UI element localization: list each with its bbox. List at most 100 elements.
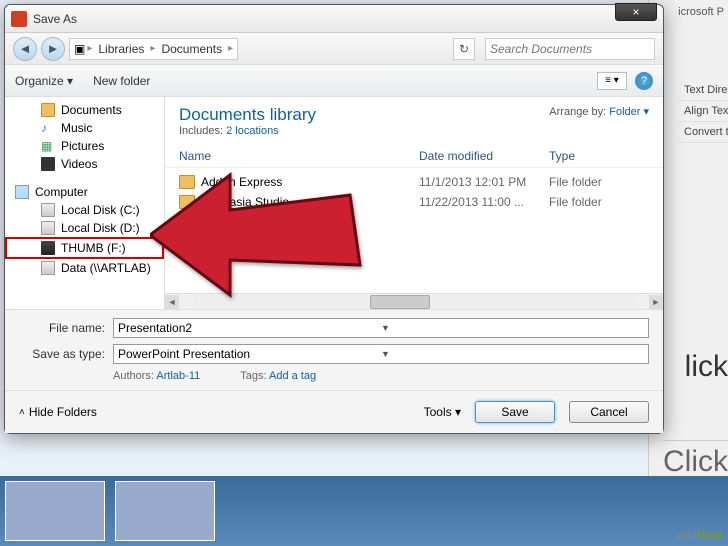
folder-icon: [179, 175, 195, 189]
tree-label: Pictures: [61, 139, 104, 153]
filename-input[interactable]: Presentation2 ▼: [113, 318, 649, 338]
file-type: File folder: [549, 195, 649, 209]
help-button[interactable]: ?: [635, 72, 653, 90]
scroll-right-arrow[interactable]: ►: [649, 295, 663, 309]
tree-label: Local Disk (C:): [61, 203, 140, 217]
search-input[interactable]: [490, 42, 650, 56]
nav-tree: Documents ♪ Music ▦Pictures Videos Comput…: [5, 97, 165, 309]
refresh-button[interactable]: ↻: [453, 38, 475, 60]
tree-network-data[interactable]: Data (\\ARTLAB): [5, 259, 164, 277]
tree-label: Documents: [61, 103, 122, 117]
scroll-thumb[interactable]: [370, 295, 430, 309]
tags-value[interactable]: Add a tag: [269, 370, 316, 382]
tree-label: Music: [61, 121, 92, 135]
forward-button[interactable]: ►: [41, 37, 65, 61]
includes-link[interactable]: 2 locations: [226, 125, 279, 137]
savetype-row: Save as type: PowerPoint Presentation ▼: [19, 344, 649, 364]
authors-value[interactable]: Artlab-11: [156, 370, 200, 382]
bg-slide-text-2: Click: [663, 440, 728, 479]
tree-label: Computer: [35, 185, 88, 199]
bg-ribbon-3: Convert to: [678, 122, 728, 143]
bg-ribbon-1: Text Direc: [678, 80, 728, 101]
search-box[interactable]: [485, 38, 655, 60]
hide-folders-label: Hide Folders: [29, 405, 97, 419]
hide-folders-button[interactable]: ˄ Hide Folders: [19, 405, 97, 419]
tree-label: Local Disk (D:): [61, 221, 140, 235]
tree-drive-c[interactable]: Local Disk (C:): [5, 201, 164, 219]
arrange-by: Arrange by: Folder ▾: [549, 105, 649, 118]
tree-documents[interactable]: Documents: [5, 101, 164, 119]
tree-label: Videos: [61, 157, 97, 171]
crumb-sep: ▸: [87, 43, 92, 54]
arrange-value[interactable]: Folder ▾: [609, 106, 649, 118]
form-area: File name: Presentation2 ▼ Save as type:…: [5, 309, 663, 390]
app-icon: [11, 11, 27, 27]
savetype-label: Save as type:: [19, 347, 105, 361]
tree-pictures[interactable]: ▦Pictures: [5, 137, 164, 155]
col-name[interactable]: Name: [179, 149, 419, 163]
filename-label: File name:: [19, 321, 105, 335]
watermark-how: How: [697, 528, 722, 542]
content-header: Arrange by: Folder ▾ Documents library I…: [165, 97, 663, 145]
slide-thumb: [5, 481, 105, 541]
arrange-label: Arrange by:: [549, 106, 606, 118]
folder-icon: [179, 195, 195, 209]
crumb-sep: ▸: [228, 43, 233, 54]
usb-drive-icon: [41, 241, 55, 255]
breadcrumb-root-icon: ▣: [74, 42, 85, 56]
tree-label: Data (\\ARTLAB): [61, 261, 151, 275]
crumb-documents[interactable]: Documents: [157, 42, 226, 56]
dropdown-icon[interactable]: ▼: [381, 349, 644, 359]
file-row[interactable]: Camtasia Studio 11/22/2013 11:00 ... Fil…: [179, 192, 649, 212]
tree-drive-d[interactable]: Local Disk (D:): [5, 219, 164, 237]
toolbar: Organize ▾ New folder ≡ ▾ ?: [5, 65, 663, 97]
includes-label: Includes:: [179, 125, 223, 137]
scroll-track[interactable]: [193, 295, 635, 309]
tree-videos[interactable]: Videos: [5, 155, 164, 173]
filename-row: File name: Presentation2 ▼: [19, 318, 649, 338]
dropdown-icon[interactable]: ▼: [381, 323, 644, 333]
file-list: Add-in Express 11/1/2013 12:01 PM File f…: [165, 168, 663, 293]
computer-icon: [15, 185, 29, 199]
dialog-footer: ˄ Hide Folders Tools ▾ Save Cancel: [5, 390, 663, 433]
save-button[interactable]: Save: [475, 401, 555, 423]
slide-thumb: [115, 481, 215, 541]
back-button[interactable]: ◄: [13, 37, 37, 61]
column-headers[interactable]: Name Date modified Type: [165, 145, 663, 168]
watermark-wiki: wiki: [677, 528, 697, 542]
tree-computer[interactable]: Computer: [5, 183, 164, 201]
savetype-value: PowerPoint Presentation: [118, 347, 381, 361]
breadcrumb[interactable]: ▣ ▸ Libraries ▸ Documents ▸: [69, 38, 238, 60]
scroll-left-arrow[interactable]: ◄: [165, 295, 179, 309]
filename-value: Presentation2: [118, 321, 381, 335]
tags-label: Tags:: [240, 370, 266, 382]
tree-thumb-drive[interactable]: THUMB (F:): [5, 237, 164, 259]
col-type[interactable]: Type: [549, 149, 649, 163]
organize-menu[interactable]: Organize ▾: [15, 74, 73, 88]
library-subtitle: Includes: 2 locations: [179, 125, 649, 137]
tree-label: THUMB (F:): [61, 241, 126, 255]
drive-icon: [41, 203, 55, 217]
metadata-row: Authors: Artlab-11 Tags: Add a tag: [19, 370, 649, 382]
close-button[interactable]: ×: [615, 3, 657, 21]
file-name: Camtasia Studio: [201, 195, 289, 209]
content-pane: Arrange by: Folder ▾ Documents library I…: [165, 97, 663, 309]
cancel-button[interactable]: Cancel: [569, 401, 649, 423]
music-icon: ♪: [41, 121, 55, 135]
file-type: File folder: [549, 175, 649, 189]
view-mode-button[interactable]: ≡ ▾: [597, 72, 627, 90]
file-name: Add-in Express: [201, 175, 282, 189]
file-row[interactable]: Add-in Express 11/1/2013 12:01 PM File f…: [179, 172, 649, 192]
col-date[interactable]: Date modified: [419, 149, 549, 163]
crumb-libraries[interactable]: Libraries: [94, 42, 148, 56]
background-ribbon: Text Direc Align Text Convert to: [678, 80, 728, 143]
new-folder-button[interactable]: New folder: [93, 74, 150, 88]
file-date: 11/1/2013 12:01 PM: [419, 175, 549, 189]
drive-icon: [41, 221, 55, 235]
dialog-body: Documents ♪ Music ▦Pictures Videos Comput…: [5, 97, 663, 309]
tools-menu[interactable]: Tools ▾: [424, 405, 461, 419]
bg-app-title: icrosoft P: [678, 6, 724, 18]
horizontal-scrollbar[interactable]: ◄ ►: [165, 293, 663, 309]
tree-music[interactable]: ♪ Music: [5, 119, 164, 137]
savetype-select[interactable]: PowerPoint Presentation ▼: [113, 344, 649, 364]
